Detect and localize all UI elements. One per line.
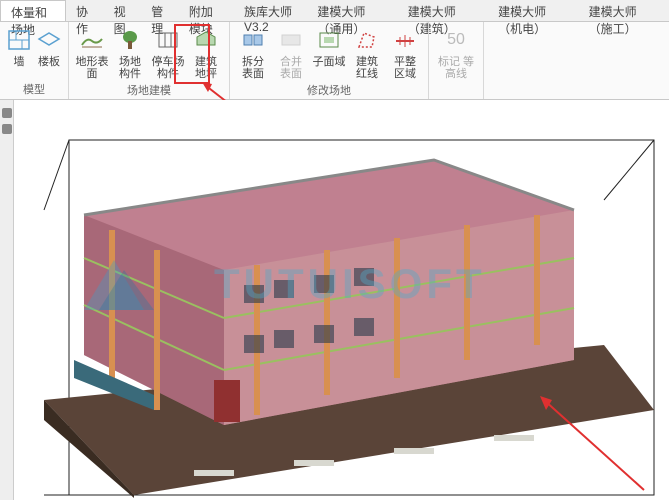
terrain-label: 地形表面 [75, 56, 109, 80]
ribbon-group-site-model: 地形表面 场地 构件 停车场 构件 建筑 地坪 场地建模 [69, 22, 230, 99]
parking-label: 停车场 构件 [151, 56, 185, 80]
building-pad-label: 建筑 地坪 [189, 56, 223, 80]
rail-icon[interactable] [2, 124, 12, 134]
parking-icon [154, 26, 182, 54]
parking-button[interactable]: 停车场 构件 [149, 24, 187, 80]
tab-view[interactable]: 视图 [104, 0, 142, 21]
split-icon [239, 26, 267, 54]
floor-label: 楼板 [38, 56, 60, 68]
ribbon-group-modify-site: 拆分 表面 合并 表面 子面域 建筑 红线 平整 区域 修改场地 [230, 22, 429, 99]
merge-icon [277, 26, 305, 54]
property-line-button[interactable]: 建筑 红线 [348, 24, 386, 80]
site-component-button[interactable]: 场地 构件 [111, 24, 149, 80]
ribbon: 墙 楼板 模型 地形表面 场地 构件 停车场 构件 [0, 22, 669, 100]
building-pad-icon [192, 26, 220, 54]
split-surface-button[interactable]: 拆分 表面 [234, 24, 272, 80]
graded-icon [391, 26, 419, 54]
tree-icon [116, 26, 144, 54]
redline-icon [353, 26, 381, 54]
merge-surface-button: 合并 表面 [272, 24, 310, 80]
contour-label: 标记 等高线 [435, 56, 477, 80]
tab-family-master[interactable]: 族库大师V3.2 [234, 0, 307, 21]
wall-label: 墙 [14, 56, 25, 68]
terrain-button[interactable]: 地形表面 [73, 24, 111, 80]
tab-collaborate[interactable]: 协作 [66, 0, 104, 21]
model-canvas[interactable]: TUTUISOFT [14, 100, 669, 500]
view-control-bar[interactable] [0, 100, 14, 500]
group-label-modify: 修改场地 [234, 80, 424, 100]
viewport: TUTUISOFT [0, 100, 669, 500]
group-label-site: 场地建模 [73, 80, 225, 100]
terrain-icon [78, 26, 106, 54]
ribbon-tabs: 体量和场地 协作 视图 管理 附加模块 族库大师V3.2 建模大师（通用） 建模… [0, 0, 669, 22]
tab-manage[interactable]: 管理 [141, 0, 179, 21]
merge-label: 合并 表面 [274, 56, 308, 80]
label-contour-button: 50 标记 等高线 [433, 24, 479, 80]
tab-model-general[interactable]: 建模大师（通用） [307, 0, 397, 21]
tab-addins[interactable]: 附加模块 [179, 0, 234, 21]
subregion-label: 子面域 [313, 56, 346, 68]
graded-region-button[interactable]: 平整 区域 [386, 24, 424, 80]
model-render [14, 100, 669, 500]
floor-button[interactable]: 楼板 [34, 24, 64, 68]
floor-icon [35, 26, 63, 54]
ribbon-group-model: 墙 楼板 模型 [0, 22, 69, 99]
group-label-model: 模型 [4, 79, 64, 99]
contour-value: 50 [442, 26, 470, 54]
tab-model-construction[interactable]: 建模大师（施工） [579, 0, 669, 21]
graded-label: 平整 区域 [388, 56, 422, 80]
rail-icon[interactable] [2, 108, 12, 118]
wall-icon [5, 26, 33, 54]
ribbon-group-contour: 50 标记 等高线 [429, 22, 484, 99]
tab-massing-site[interactable]: 体量和场地 [0, 0, 66, 21]
subregion-icon [315, 26, 343, 54]
tab-model-building[interactable]: 建模大师（建筑） [398, 0, 488, 21]
wall-button[interactable]: 墙 [4, 24, 34, 68]
redline-label: 建筑 红线 [350, 56, 384, 80]
tab-model-mep[interactable]: 建模大师（机电） [488, 0, 578, 21]
site-comp-label: 场地 构件 [113, 56, 147, 80]
building-pad-button[interactable]: 建筑 地坪 [187, 24, 225, 80]
split-label: 拆分 表面 [236, 56, 270, 80]
subregion-button[interactable]: 子面域 [310, 24, 348, 68]
